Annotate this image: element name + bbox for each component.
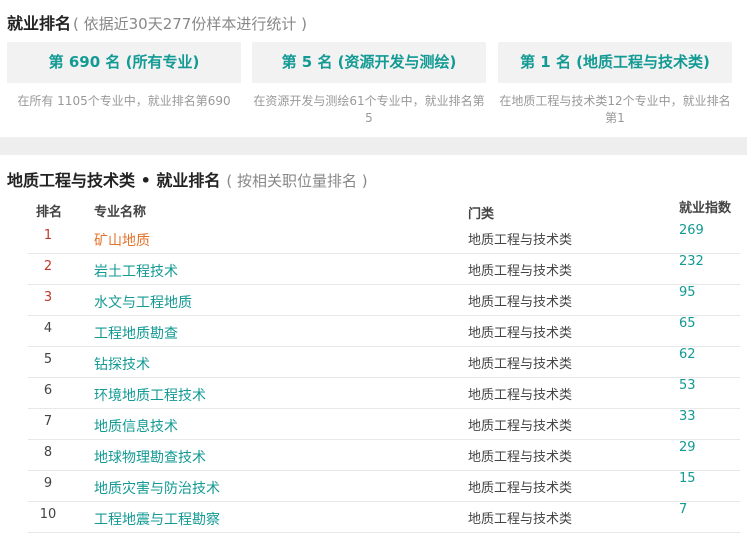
major-link[interactable]: 矿山地质 [94,230,150,250]
major-link[interactable]: 环境地质工程技术 [94,385,206,405]
category-label: 地质工程与技术类 [468,450,573,465]
employment-index-value: 232 [679,254,704,269]
table-row: 3 水文与工程地质 地质工程与技术类 95 [28,284,740,316]
category-label: 地质工程与技术类 [468,326,573,341]
category-label: 地质工程与技术类 [468,512,573,527]
header-rank: 排名 [36,205,63,220]
rank-number: 5 [43,352,53,367]
rank-number: 7 [43,414,53,429]
major-link[interactable]: 工程地质勘查 [94,323,178,343]
category-label: 地质工程与技术类 [468,481,573,496]
rank-card-all-majors: 第 690 名 (所有专业) [7,42,241,83]
rank-number: 8 [43,445,53,460]
major-link[interactable]: 地质信息技术 [94,416,178,436]
employment-index-value: 7 [679,502,688,517]
major-link[interactable]: 地质灾害与防治技术 [94,478,220,498]
rank-number: 1 [43,228,53,243]
table-row: 1 矿山地质 地质工程与技术类 269 [28,222,740,254]
header-category: 门类 [468,207,495,222]
table-row: 6 环境地质工程技术 地质工程与技术类 53 [28,377,740,409]
header-major-name: 专业名称 [94,205,147,220]
table-row: 4 工程地质勘查 地质工程与技术类 65 [28,315,740,347]
table-row: 10 工程地震与工程勘察 地质工程与技术类 7 [28,501,740,533]
major-link[interactable]: 岩土工程技术 [94,261,178,281]
employment-index-value: 33 [679,409,696,424]
rank-number: 10 [39,507,57,522]
header-employment-index: 就业指数 [679,201,732,216]
category-label: 地质工程与技术类 [468,419,573,434]
overall-ranking-title: 就业排名( 依据近30天277份样本进行统计 ) [7,10,307,34]
major-link[interactable]: 钻探技术 [94,354,150,374]
section-divider [0,137,747,155]
employment-index-value: 53 [679,378,696,393]
rank-number: 2 [43,259,53,274]
rank-note-resource-dev: 在资源开发与测绘61个专业中，就业排名第5 [253,94,485,125]
employment-index-value: 29 [679,440,696,455]
major-link[interactable]: 地球物理勘查技术 [94,447,206,467]
employment-index-value: 269 [679,223,704,238]
category-ranking-title: 地质工程与技术类 • 就业排名 ( 按相关职位量排名 ) [7,167,368,191]
employment-index-value: 65 [679,316,696,331]
overall-ranking-heading: 就业排名 [7,14,72,33]
rank-number: 9 [43,476,53,491]
category-label: 地质工程与技术类 [468,295,573,310]
table-row: 7 地质信息技术 地质工程与技术类 33 [28,408,740,440]
table-row: 5 钻探技术 地质工程与技术类 62 [28,346,740,378]
category-label: 地质工程与技术类 [468,388,573,403]
category-label: 地质工程与技术类 [468,264,573,279]
rank-note-all-majors: 在所有 1105个专业中，就业排名第690 [17,94,231,108]
employment-index-value: 15 [679,471,696,486]
table-row: 2 岩土工程技术 地质工程与技术类 232 [28,253,740,285]
rank-number: 6 [43,383,53,398]
category-label: 地质工程与技术类 [468,357,573,372]
rank-card-resource-dev: 第 5 名 (资源开发与测绘) [252,42,486,83]
category-ranking-subtitle: ( 按相关职位量排名 ) [226,172,368,190]
category-ranking-heading: 地质工程与技术类 • 就业排名 [7,171,221,190]
rank-card-geology-category: 第 1 名 (地质工程与技术类) [498,42,732,83]
rank-note-geology-category: 在地质工程与技术类12个专业中，就业排名第1 [499,94,731,125]
employment-index-value: 62 [679,347,696,362]
rank-number: 4 [43,321,53,336]
employment-index-value: 95 [679,285,696,300]
overall-ranking-subtitle: ( 依据近30天277份样本进行统计 ) [73,15,307,33]
rank-number: 3 [43,290,53,305]
major-link[interactable]: 水文与工程地质 [94,292,192,312]
category-label: 地质工程与技术类 [468,233,573,248]
table-row: 9 地质灾害与防治技术 地质工程与技术类 15 [28,470,740,502]
major-link[interactable]: 工程地震与工程勘察 [94,509,220,529]
table-row: 8 地球物理勘查技术 地质工程与技术类 29 [28,439,740,471]
